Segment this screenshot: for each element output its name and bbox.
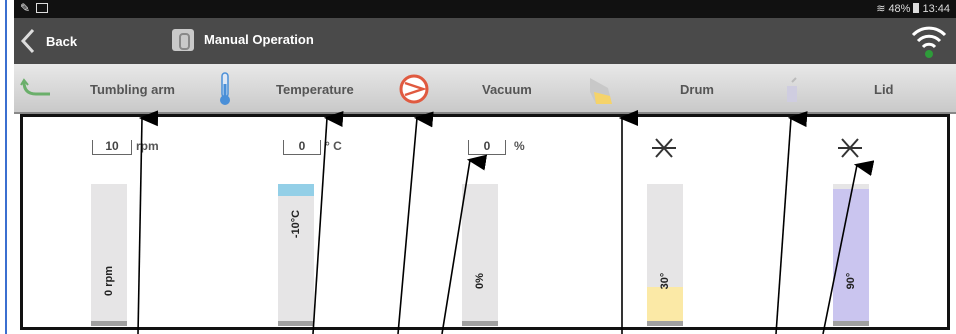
tab-tumbling-arm[interactable]: Tumbling arm <box>14 64 204 112</box>
rpm-input[interactable]: 10 <box>92 140 132 155</box>
vacuum-input[interactable]: 0 <box>468 140 506 155</box>
vacuum-icon <box>399 74 429 104</box>
battery-icon <box>913 3 920 13</box>
clock: 13:44 <box>922 3 950 15</box>
tab-temperature[interactable]: Temperature <box>204 64 394 112</box>
vacuum-bar-label: 0% <box>474 273 486 289</box>
rpm-bar-label: 0 rpm <box>103 266 115 296</box>
temperature-bar-label: -10°C <box>290 209 302 239</box>
signal-percent: 48% <box>888 3 911 15</box>
status-bar: ✎ ≋ 48% 13:44 <box>14 0 956 18</box>
temperature-unit: ° C <box>325 139 342 153</box>
left-edge-line <box>5 0 7 334</box>
drum-bar-label: 30° <box>659 272 671 290</box>
tab-lid[interactable]: Lid <box>774 64 956 112</box>
lid-bar[interactable]: 90° <box>833 184 869 326</box>
app-screen: ✎ ≋ 48% 13:44 Back Manual Operation Tumbli… <box>0 0 956 334</box>
tab-vacuum[interactable]: Vacuum <box>394 64 584 112</box>
drum-stop-icon[interactable] <box>651 135 677 161</box>
vacuum-unit: % <box>514 139 525 153</box>
image-notification-icon <box>36 3 48 13</box>
tumbling-arm-icon <box>20 78 50 96</box>
drum-icon <box>590 78 612 104</box>
status-right: ≋ 48% 13:44 <box>876 2 950 15</box>
wrench-icon: ✎ <box>20 1 31 15</box>
tab-bar: Tumbling arm Temperature Vacuum Drum Lid <box>14 64 956 114</box>
control-panel: 10 rpm 0 rpm 0 ° C -10°C 0 % 0% 30° 90° <box>20 114 950 330</box>
vacuum-bar[interactable]: 0% <box>462 184 498 326</box>
lid-icon <box>787 77 797 102</box>
tab-lid-label: Lid <box>874 82 894 97</box>
chevron-left-icon <box>20 28 35 54</box>
page-title: Manual Operation <box>204 32 314 47</box>
tab-tumbling-arm-label: Tumbling arm <box>90 82 175 97</box>
tab-temperature-label: Temperature <box>276 82 354 97</box>
tab-drum[interactable]: Drum <box>584 64 774 112</box>
temperature-input[interactable]: 0 <box>283 140 321 155</box>
back-button[interactable]: Back <box>20 26 77 56</box>
tab-drum-label: Drum <box>680 82 714 97</box>
lid-bar-label: 90° <box>845 272 857 290</box>
lid-stop-icon[interactable] <box>837 135 863 161</box>
rpm-bar[interactable]: 0 rpm <box>91 184 127 326</box>
back-label: Back <box>46 33 78 49</box>
temperature-bar[interactable]: -10°C <box>278 184 314 326</box>
rpm-unit: rpm <box>136 139 159 153</box>
drum-bar[interactable]: 30° <box>647 184 683 326</box>
wifi-connection-icon <box>911 26 947 58</box>
app-logo-icon <box>172 29 194 51</box>
tab-vacuum-label: Vacuum <box>482 82 532 97</box>
wifi-status-icon: ≋ <box>876 3 886 15</box>
thermometer-icon <box>220 72 230 105</box>
action-bar: Back Manual Operation <box>14 18 956 64</box>
